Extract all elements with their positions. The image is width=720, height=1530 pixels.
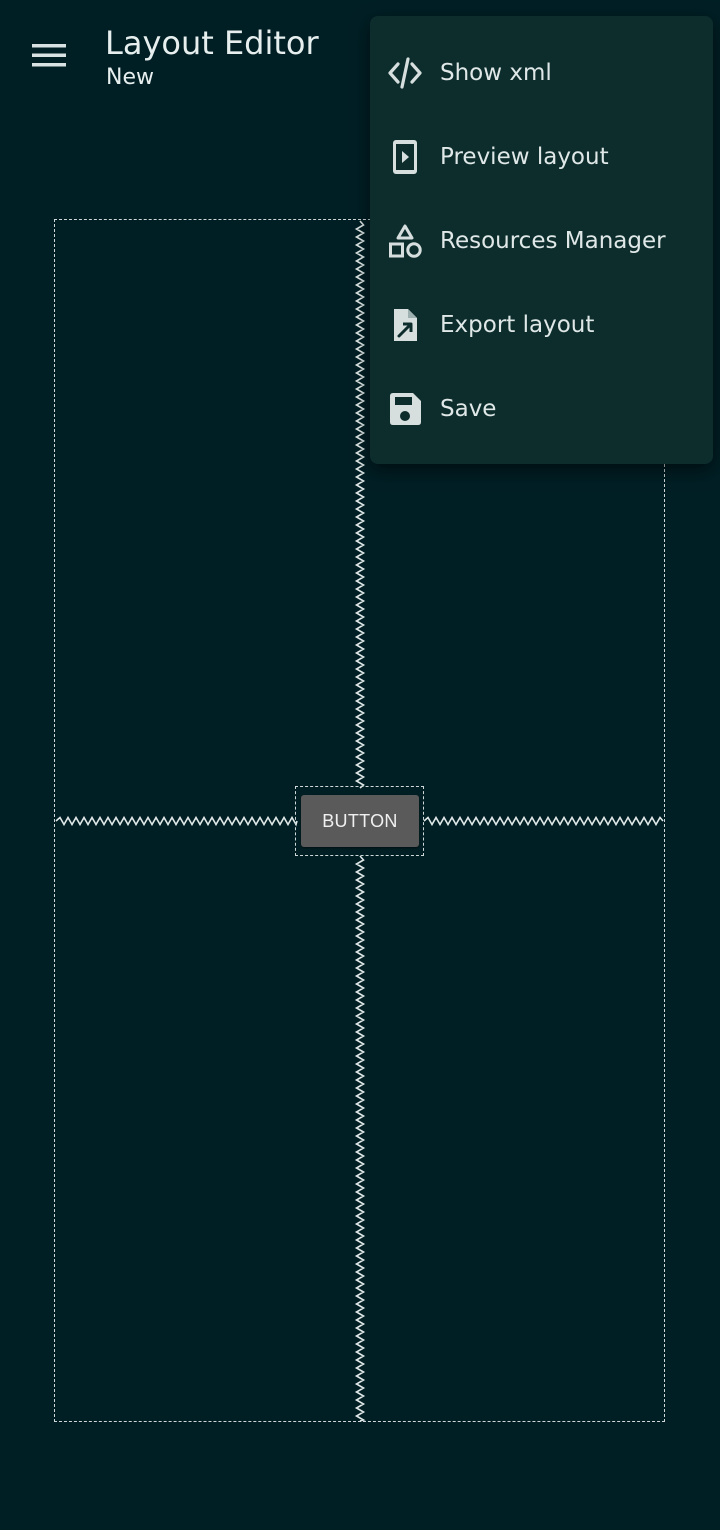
file-export-icon	[387, 307, 423, 343]
layout-editor-screen: Layout Editor New BUTTON Show xml Previe…	[0, 0, 720, 1530]
menu-item-export-layout[interactable]: Export layout	[370, 283, 713, 367]
menu-item-label: Preview layout	[440, 144, 609, 170]
overflow-menu: Show xml Preview layout Resources Manage…	[370, 16, 713, 464]
menu-item-show-xml[interactable]: Show xml	[370, 31, 713, 115]
navigation-drawer-button[interactable]	[24, 30, 74, 80]
toolbar-title: Layout Editor	[105, 24, 319, 62]
menu-item-save[interactable]: Save	[370, 367, 713, 451]
phone-preview-icon	[387, 139, 423, 175]
menu-item-resources-manager[interactable]: Resources Manager	[370, 199, 713, 283]
menu-item-preview-layout[interactable]: Preview layout	[370, 115, 713, 199]
floppy-save-icon	[387, 391, 423, 427]
code-icon	[387, 55, 423, 91]
toolbar-subtitle: New	[106, 65, 154, 90]
hamburger-menu-icon	[32, 44, 66, 67]
menu-item-label: Resources Manager	[440, 228, 666, 254]
shapes-icon	[387, 223, 423, 259]
canvas-button-widget[interactable]: BUTTON	[301, 795, 419, 847]
menu-item-label: Save	[440, 396, 497, 422]
menu-item-label: Show xml	[440, 60, 552, 86]
menu-item-label: Export layout	[440, 312, 595, 338]
